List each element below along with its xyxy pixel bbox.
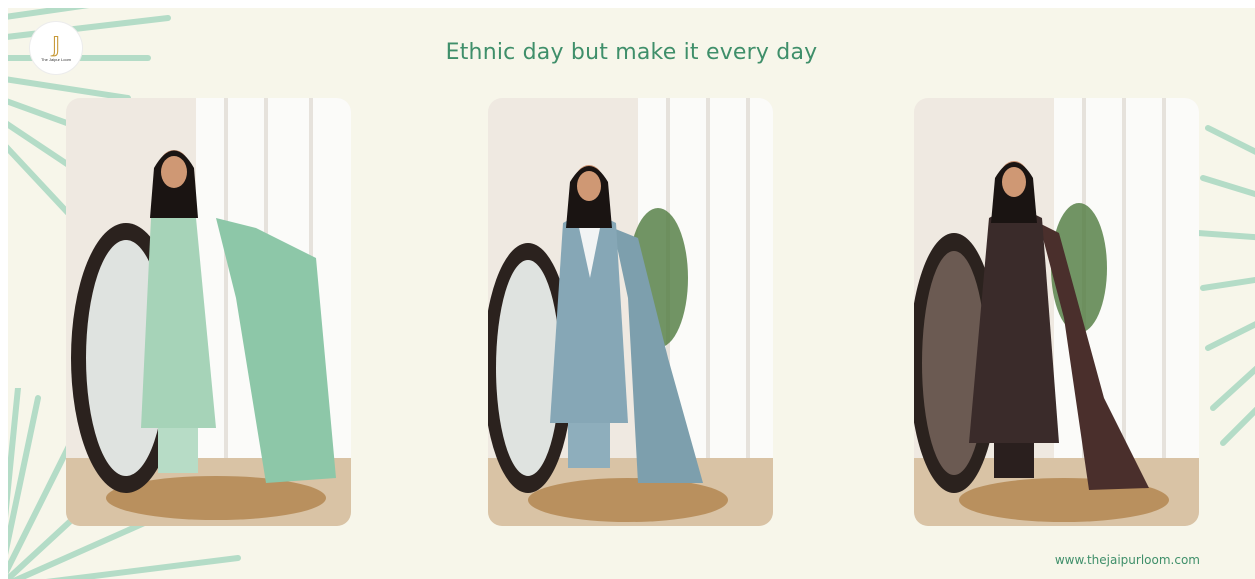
headline: Ethnic day but make it every day bbox=[445, 40, 818, 65]
model-photo-illustration bbox=[488, 98, 773, 526]
model-photo-illustration bbox=[914, 98, 1199, 526]
product-photo-2[interactable] bbox=[488, 98, 773, 526]
website-link[interactable]: www.thejaipurloom.com bbox=[1055, 553, 1200, 567]
product-photo-3[interactable] bbox=[914, 98, 1199, 526]
promo-banner: 𝕁 The Jaipur Loom Ethnic day but make it… bbox=[8, 8, 1255, 579]
model-photo-illustration bbox=[66, 98, 351, 526]
product-photo-1[interactable] bbox=[66, 98, 351, 526]
palm-leaf-right bbox=[1198, 125, 1255, 446]
